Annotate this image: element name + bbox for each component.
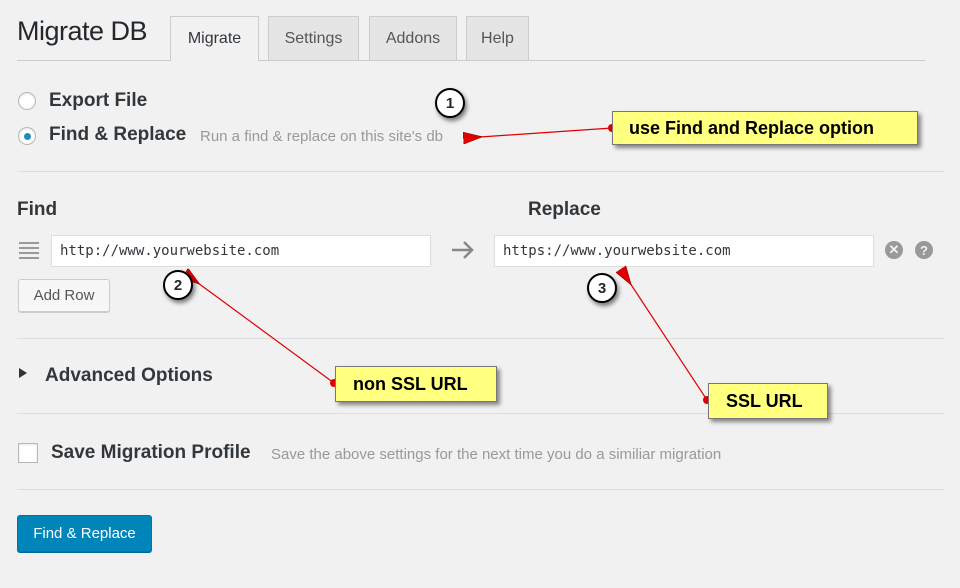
step-badge-2: 2 [163, 270, 193, 300]
callout-find-replace-option: use Find and Replace option [612, 111, 918, 145]
step-badge-1: 1 [435, 88, 465, 118]
help-icon[interactable]: ? [915, 241, 933, 259]
find-replace-label[interactable]: Find & Replace [49, 124, 186, 146]
callout-ssl-url: SSL URL [708, 383, 828, 419]
replace-input[interactable]: https://www.yourwebsite.com [494, 235, 874, 267]
tab-help[interactable]: Help [466, 16, 529, 60]
save-profile-checkbox[interactable] [18, 443, 38, 463]
advanced-options-toggle[interactable]: Advanced Options [45, 365, 213, 387]
divider [17, 338, 944, 339]
callout-non-ssl-url: non SSL URL [335, 366, 497, 402]
export-file-radio[interactable] [18, 92, 36, 110]
step-badge-3: 3 [587, 273, 617, 303]
divider [17, 489, 944, 490]
export-file-label[interactable]: Export File [49, 90, 147, 112]
tab-addons[interactable]: Addons [369, 16, 457, 60]
arrow-line-3 [630, 283, 708, 401]
find-input[interactable]: http://www.yourwebsite.com [51, 235, 431, 267]
replace-header: Replace [528, 199, 601, 220]
radio-selected-dot [24, 133, 31, 140]
find-header: Find [17, 199, 58, 220]
page-title: Migrate DB [17, 16, 148, 46]
tab-divider [17, 60, 925, 61]
tab-settings[interactable]: Settings [268, 16, 359, 60]
save-profile-description: Save the above settings for the next tim… [271, 446, 722, 463]
arrow-line-1 [480, 127, 613, 137]
find-replace-description: Run a find & replace on this site's db [200, 128, 444, 145]
find-replace-submit-button[interactable]: Find & Replace [17, 515, 152, 552]
expand-triangle-icon[interactable] [19, 368, 27, 378]
annotation-arrows [0, 124, 711, 404]
add-row-button[interactable]: Add Row [18, 279, 110, 312]
find-replace-radio[interactable] [18, 127, 36, 145]
remove-row-icon[interactable]: ✕ [885, 241, 903, 259]
tab-migrate[interactable]: Migrate [170, 16, 259, 61]
arrow-line-2 [198, 283, 335, 384]
arrow-right-icon [452, 241, 474, 259]
drag-handle-icon[interactable] [19, 242, 39, 259]
save-profile-label[interactable]: Save Migration Profile [51, 442, 251, 464]
divider [17, 171, 944, 172]
